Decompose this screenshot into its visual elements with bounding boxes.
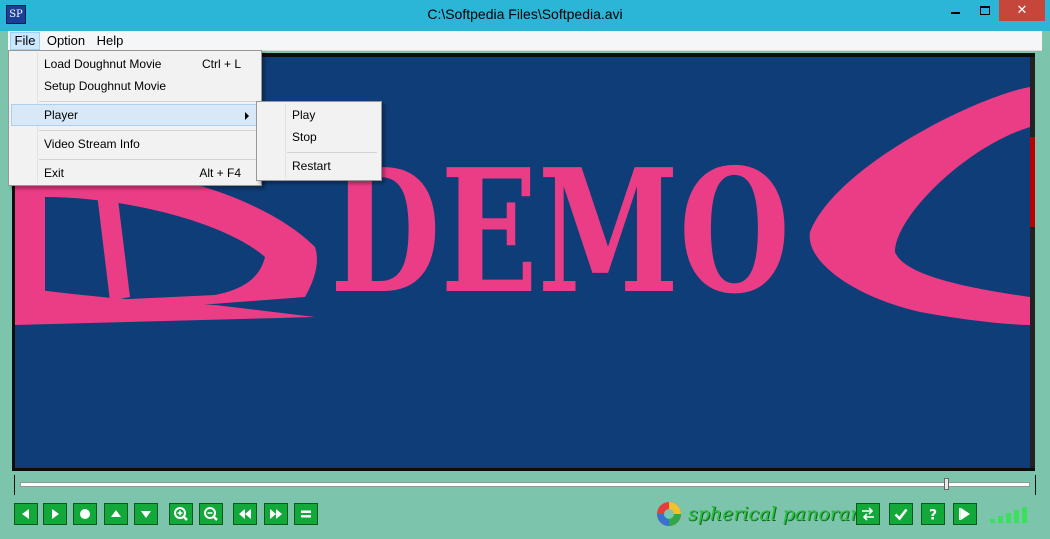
zoom-in-icon <box>174 507 188 521</box>
close-icon: ✕ <box>1016 3 1028 18</box>
record-button[interactable] <box>73 503 97 525</box>
check-button[interactable] <box>889 503 913 525</box>
title-bar[interactable]: SP C:\Softpedia Files\Softpedia.avi ✕ <box>0 0 1050 31</box>
logo-icon <box>657 502 681 526</box>
down-button[interactable] <box>134 503 158 525</box>
swap-icon <box>862 507 874 521</box>
menu-item-shortcut: Ctrl + L <box>201 57 241 71</box>
play-button[interactable] <box>953 503 977 525</box>
next-icon <box>52 509 59 519</box>
menu-separator <box>287 152 377 153</box>
menu-item-label: Setup Doughnut Movie <box>44 79 167 93</box>
record-icon <box>80 509 90 519</box>
swap-button[interactable] <box>856 503 880 525</box>
level-meter-bar <box>1022 507 1027 523</box>
menu-item-restart[interactable]: Restart <box>259 155 379 177</box>
prev-button[interactable] <box>14 503 38 525</box>
up-button[interactable] <box>104 503 128 525</box>
video-overlay-text: DEMO <box>330 132 790 332</box>
svg-text:?: ? <box>929 508 937 523</box>
menu-separator <box>39 101 257 102</box>
file-menu: Load Doughnut Movie Ctrl + L Setup Dough… <box>8 50 262 186</box>
menu-option[interactable]: Option <box>44 32 88 50</box>
fast-forward-button[interactable] <box>264 503 288 525</box>
menu-item-play[interactable]: Play <box>259 104 379 126</box>
seek-thumb[interactable] <box>944 478 949 490</box>
menu-separator <box>39 130 257 131</box>
menu-item-label: Load Doughnut Movie <box>44 57 162 71</box>
menu-item-load-doughnut-movie[interactable]: Load Doughnut Movie Ctrl + L <box>11 53 259 75</box>
close-button[interactable]: ✕ <box>999 0 1045 21</box>
menu-item-label: Restart <box>292 159 331 173</box>
menu-item-stop[interactable]: Stop <box>259 126 379 148</box>
menu-separator <box>39 159 257 160</box>
menu-file[interactable]: File <box>10 32 40 50</box>
zoom-in-button[interactable] <box>169 503 193 525</box>
next-button[interactable] <box>43 503 67 525</box>
menu-item-video-stream-info[interactable]: Video Stream Info <box>11 133 259 155</box>
submenu-arrow-icon <box>245 112 249 120</box>
equals-icon <box>301 510 311 518</box>
level-meter-bar <box>1006 513 1011 523</box>
menu-item-label: Video Stream Info <box>44 137 140 151</box>
prev-icon <box>22 509 29 519</box>
down-icon <box>141 511 151 518</box>
fast-forward-icon <box>270 509 282 519</box>
menu-item-shortcut: Alt + F4 <box>199 166 241 180</box>
menu-item-label: Play <box>292 108 316 122</box>
minimize-icon <box>951 12 960 14</box>
menu-item-exit[interactable]: Exit Alt + F4 <box>11 162 259 184</box>
menu-item-label: Stop <box>292 130 317 144</box>
menu-item-label: Exit <box>44 166 65 180</box>
zoom-out-button[interactable] <box>199 503 223 525</box>
player-submenu: Play Stop Restart <box>256 101 382 181</box>
window-title: C:\Softpedia Files\Softpedia.avi <box>427 6 623 22</box>
menu-help[interactable]: Help <box>92 32 128 50</box>
menu-item-label: Player <box>44 108 79 122</box>
seek-bar[interactable] <box>20 482 1030 487</box>
rewind-button[interactable] <box>233 503 257 525</box>
menu-bar: File Option Help <box>8 31 1042 51</box>
minimize-button[interactable] <box>940 0 971 21</box>
side-bar <box>1030 57 1035 468</box>
level-meter-bar <box>1014 510 1019 523</box>
zoom-out-icon <box>204 507 218 521</box>
up-icon <box>111 510 121 517</box>
logo-text: spherical panorama <box>688 503 880 525</box>
play-icon <box>959 508 970 520</box>
equals-button[interactable] <box>294 503 318 525</box>
check-icon <box>894 508 908 521</box>
rewind-icon <box>239 509 251 519</box>
level-meter-bar <box>990 519 995 523</box>
level-meter-bar <box>998 516 1003 523</box>
help-icon: ? <box>929 508 937 523</box>
menu-item-player[interactable]: Player <box>11 104 259 126</box>
maximize-icon <box>980 6 990 15</box>
menu-item-setup-doughnut-movie[interactable]: Setup Doughnut Movie <box>11 75 259 97</box>
help-button[interactable]: ? <box>921 503 945 525</box>
maximize-button[interactable] <box>971 0 999 21</box>
